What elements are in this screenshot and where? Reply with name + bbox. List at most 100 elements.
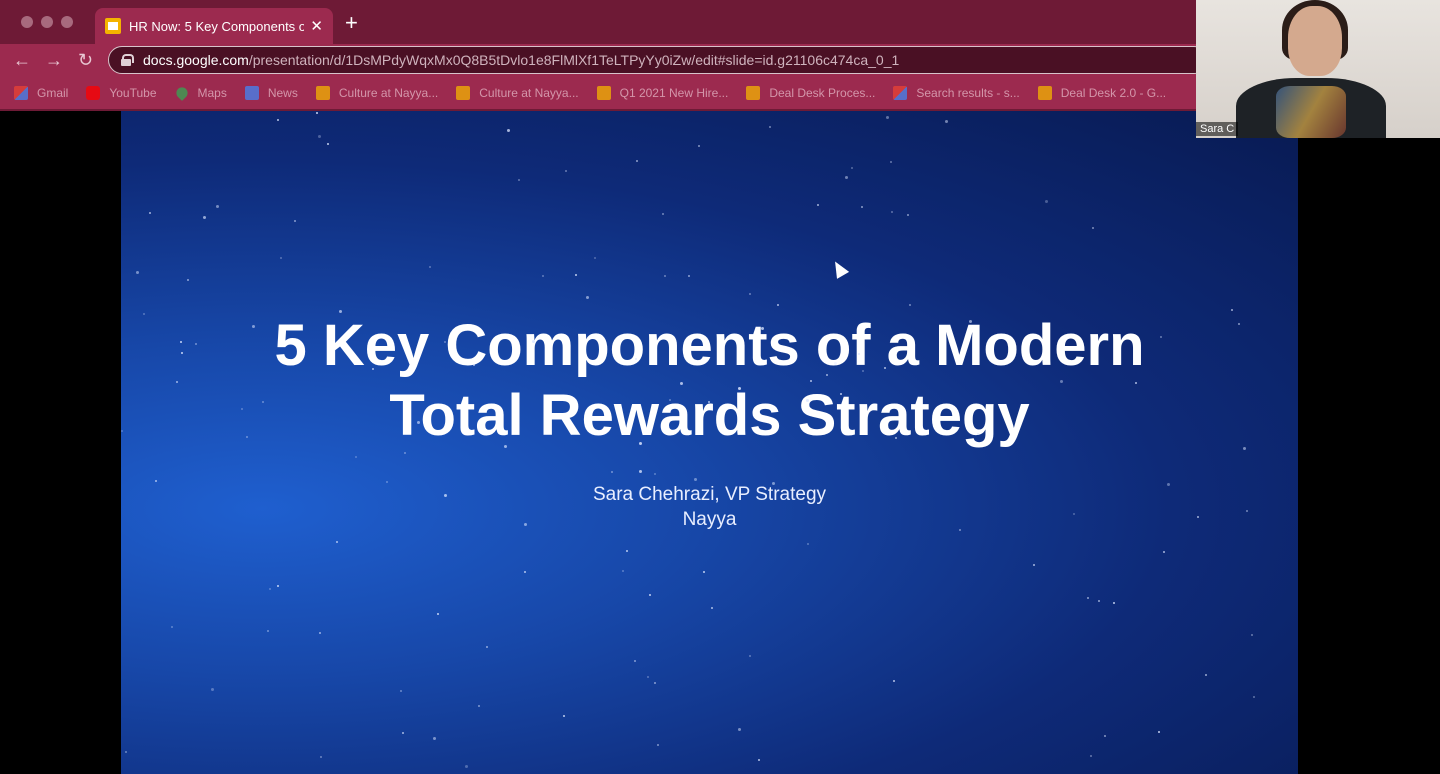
bookmark-label: Deal Desk Proces... <box>769 85 876 100</box>
bookmark-item[interactable]: Gmail <box>14 85 69 100</box>
star-dot <box>680 382 683 385</box>
bookmark-label: Maps <box>197 85 227 100</box>
tab-close-icon[interactable]: ✕ <box>310 17 323 35</box>
bookmark-item[interactable]: YouTube <box>86 85 157 100</box>
star-dot <box>1243 447 1246 450</box>
star-dot <box>664 275 666 277</box>
star-dot <box>810 380 812 382</box>
address-bar[interactable]: docs.google.com/presentation/d/1DsMPdyWq… <box>108 46 1208 74</box>
star-dot <box>143 313 145 315</box>
star-dot <box>277 119 279 121</box>
browser-tab[interactable]: HR Now: 5 Key Components of a Modern Tot… <box>95 8 333 44</box>
star-dot <box>895 437 897 439</box>
star-dot <box>891 211 893 213</box>
bookmark-item[interactable]: News <box>244 85 298 100</box>
star-dot <box>339 310 342 313</box>
star-dot <box>176 381 178 383</box>
star-dot <box>355 456 357 458</box>
star-dot <box>1045 200 1048 203</box>
star-dot <box>241 408 243 410</box>
bookmark-label: YouTube <box>109 85 157 100</box>
star-dot <box>155 480 157 482</box>
bookmark-label: Culture at Nayya... <box>338 85 439 100</box>
star-dot <box>654 473 656 475</box>
participant-scarf <box>1276 86 1346 138</box>
star-dot <box>862 370 864 372</box>
bookmark-item[interactable]: Culture at Nayya... <box>456 85 579 100</box>
reload-icon[interactable]: ↻ <box>78 50 93 70</box>
star-dot <box>1087 597 1089 599</box>
star-dot <box>698 145 700 147</box>
star-dot <box>907 214 909 216</box>
url-text: docs.google.com/presentation/d/1DsMPdyWq… <box>143 52 899 68</box>
star-dot <box>575 274 577 276</box>
star-dot <box>858 353 860 355</box>
star-dot <box>647 676 649 678</box>
star-dot <box>769 126 771 128</box>
forward-icon[interactable]: → <box>45 50 63 70</box>
bookmark-item[interactable]: Maps <box>173 84 227 101</box>
star-dot <box>669 399 671 401</box>
star-dot <box>280 257 282 259</box>
bookmark-item[interactable]: Deal Desk Proces... <box>746 85 876 100</box>
star-dot <box>749 293 751 295</box>
star-dot <box>1160 336 1162 338</box>
star-dot <box>1251 634 1253 636</box>
star-dot <box>437 613 439 615</box>
star-dot <box>749 655 751 657</box>
slides-icon <box>315 85 330 100</box>
star-dot <box>518 179 520 181</box>
star-dot <box>806 399 809 402</box>
star-dot <box>845 176 848 179</box>
star-dot <box>834 362 837 365</box>
lock-icon <box>121 54 134 66</box>
star-dot <box>884 367 886 369</box>
star-dot <box>1073 513 1075 515</box>
star-dot <box>1092 227 1094 229</box>
star-dot <box>180 341 182 343</box>
star-dot <box>187 279 189 281</box>
maps-icon <box>173 84 190 101</box>
star-dot <box>318 135 321 138</box>
back-icon[interactable]: ← <box>13 50 31 70</box>
star-dot <box>1253 696 1255 698</box>
participant-name: Sara C <box>1196 122 1239 136</box>
browser-chrome: HR Now: 5 Key Components of a Modern Tot… <box>0 0 1208 111</box>
star-dot <box>336 541 338 543</box>
bookmark-label: News <box>267 85 298 100</box>
star-dot <box>639 442 642 445</box>
title-bar: HR Now: 5 Key Components of a Modern Tot… <box>0 0 1196 44</box>
star-dot <box>252 325 255 328</box>
bookmark-item[interactable]: Q1 2021 New Hire... <box>596 85 728 100</box>
star-dot <box>1246 510 1248 512</box>
news-icon <box>244 85 259 100</box>
close-window-icon[interactable] <box>21 16 33 28</box>
star-dot <box>149 212 151 214</box>
star-dot <box>758 759 760 761</box>
star-dot <box>1197 516 1199 518</box>
star-dot <box>662 213 664 215</box>
star-dot <box>688 275 690 277</box>
star-dot <box>524 523 527 526</box>
bookmark-item[interactable]: Search results - s... <box>893 85 1020 100</box>
minimize-window-icon[interactable] <box>41 16 53 28</box>
star-dot <box>294 220 296 222</box>
star-dot <box>327 143 329 145</box>
slide-canvas: 5 Key Components of a Modern Total Rewar… <box>121 111 1298 774</box>
star-dot <box>402 732 404 734</box>
star-dot <box>262 401 264 403</box>
video-tile[interactable]: Sara C <box>1196 0 1440 138</box>
star-dot <box>1104 735 1106 737</box>
bookmark-label: Gmail <box>37 85 69 100</box>
maximize-window-icon[interactable] <box>61 16 73 28</box>
star-dot <box>532 340 535 343</box>
new-tab-button[interactable]: + <box>345 12 358 34</box>
star-dot <box>465 765 468 768</box>
star-dot <box>1167 483 1170 486</box>
star-dot <box>817 204 819 206</box>
star-dot <box>1135 382 1137 384</box>
bookmark-item[interactable]: Deal Desk 2.0 - G... <box>1037 85 1166 100</box>
bookmark-item[interactable]: Culture at Nayya... <box>315 85 439 100</box>
star-dot <box>649 594 651 596</box>
star-dot <box>171 626 173 628</box>
